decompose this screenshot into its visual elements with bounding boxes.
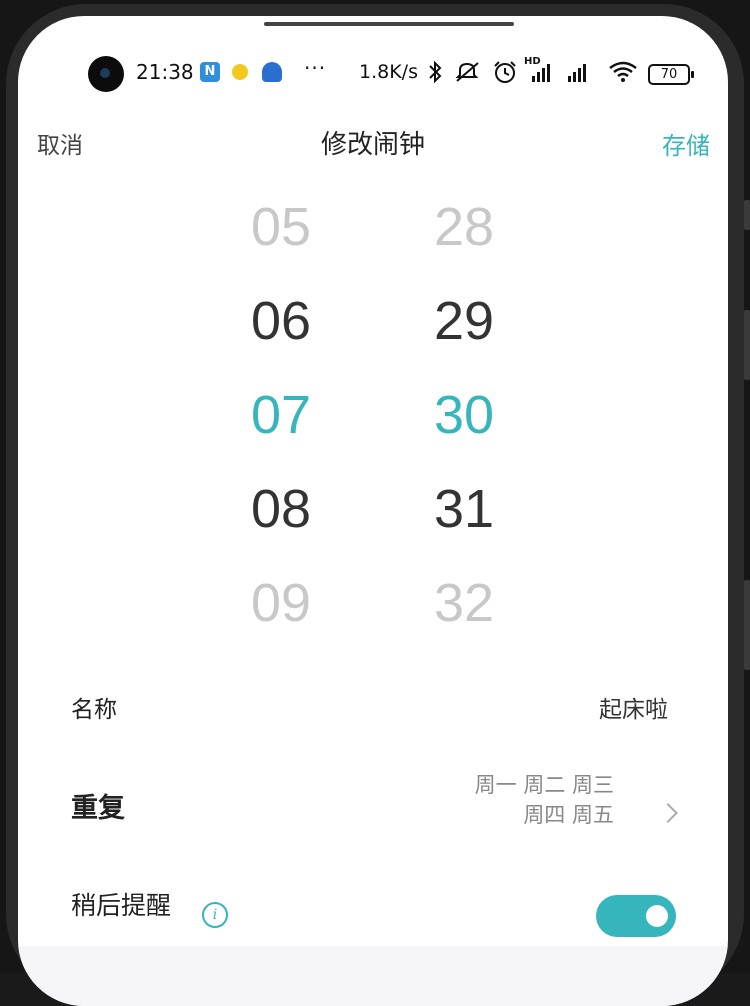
- picker-hour-item[interactable]: 09: [211, 572, 351, 634]
- signal-icon-2: [568, 62, 592, 82]
- wifi-icon: [608, 60, 638, 89]
- earpiece: [264, 22, 514, 26]
- picker-hour-item[interactable]: 05: [211, 196, 351, 258]
- app-notification-icon-3: [262, 62, 282, 82]
- app-notification-icon: N: [200, 62, 220, 82]
- repeat-label: 重复: [71, 793, 125, 824]
- chevron-right-icon[interactable]: [658, 803, 678, 823]
- picker-minute-item[interactable]: 32: [394, 572, 534, 634]
- more-notifications-icon: ···: [304, 56, 327, 80]
- next-section-background: [18, 946, 728, 1006]
- repeat-days: 周一 周二 周三 周四 周五: [475, 770, 614, 830]
- picker-hour-item[interactable]: 06: [211, 290, 351, 352]
- side-button: [744, 200, 750, 230]
- battery-icon: 70: [648, 64, 694, 85]
- picker-minute-item[interactable]: 28: [394, 196, 534, 258]
- toggle-knob: [646, 905, 668, 927]
- alarm-icon: [492, 60, 518, 89]
- volume-button: [744, 310, 750, 380]
- name-label: 名称: [71, 697, 117, 723]
- bluetooth-icon: [428, 60, 442, 89]
- status-bar: 21:38 N ··· 1.8K/s HD 70: [18, 56, 728, 92]
- page-title: 修改闹钟: [320, 130, 425, 160]
- name-value[interactable]: 起床啦: [599, 690, 668, 724]
- picker-hour-selected[interactable]: 07: [211, 384, 351, 446]
- power-button: [744, 580, 750, 670]
- status-time: 21:38: [136, 60, 194, 84]
- front-camera: [88, 56, 124, 92]
- screen: 21:38 N ··· 1.8K/s HD 70 取消 修改闹钟 存储 05 0…: [18, 16, 728, 1006]
- signal-icon: [532, 62, 556, 82]
- phone-frame: 21:38 N ··· 1.8K/s HD 70 取消 修改闹钟 存储 05 0…: [0, 0, 750, 1006]
- snooze-toggle[interactable]: [596, 895, 676, 937]
- mute-icon: [454, 60, 482, 89]
- repeat-days-line-1: 周一 周二 周三: [474, 773, 614, 797]
- network-speed: 1.8K/s: [359, 61, 418, 83]
- app-notification-icon-2: [232, 64, 248, 80]
- picker-hour-item[interactable]: 08: [211, 478, 351, 540]
- snooze-label: 稍后提醒: [71, 891, 172, 920]
- info-icon[interactable]: i: [202, 902, 228, 928]
- repeat-days-line-2: 周四 周五: [523, 803, 614, 827]
- picker-minute-item[interactable]: 31: [394, 478, 534, 540]
- picker-minute-item[interactable]: 29: [394, 290, 534, 352]
- picker-minute-selected[interactable]: 30: [394, 384, 534, 446]
- save-button[interactable]: 存储: [662, 126, 710, 161]
